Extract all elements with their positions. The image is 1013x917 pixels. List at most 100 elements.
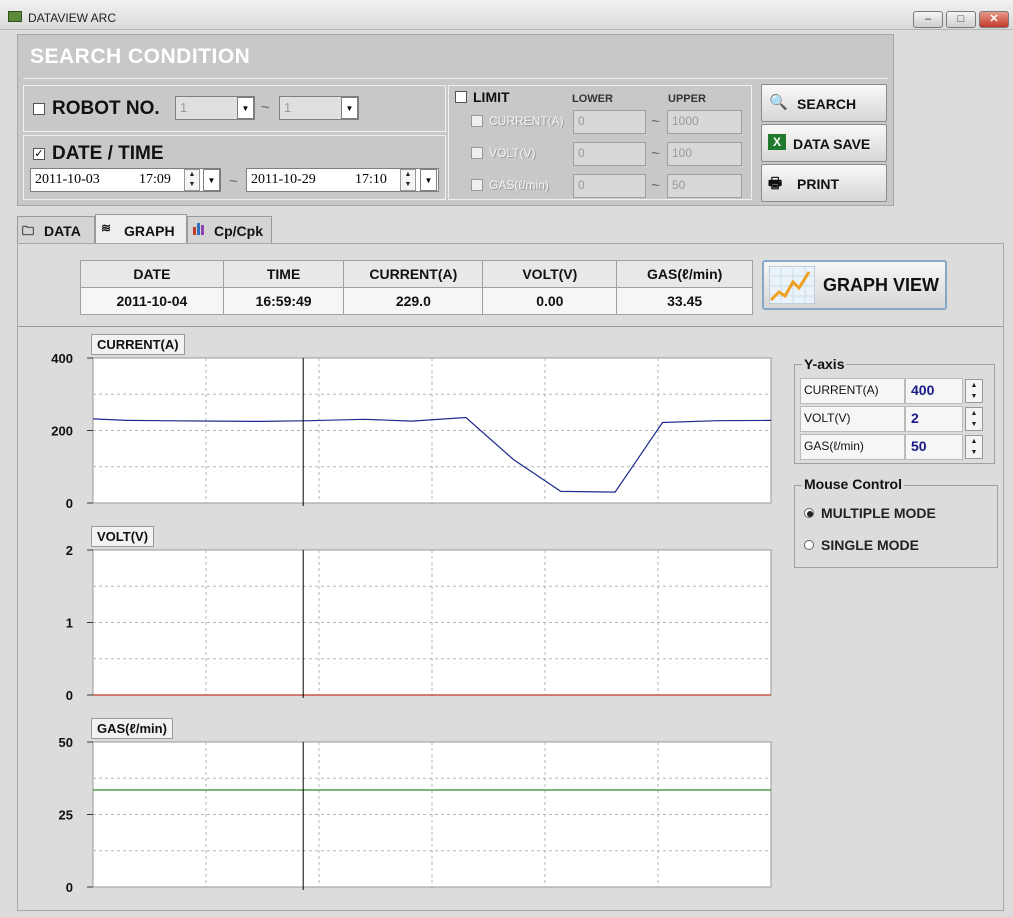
y-axis-gas-label: GAS(ℓ/min) [800,434,905,460]
date-time-checkbox[interactable]: ✓ [33,148,45,160]
info-value: 16:59:49 [222,287,345,315]
limit-volt-lower-value: 0 [578,146,585,160]
app-icon [8,11,22,22]
limit-gas-lower-value: 0 [578,178,585,192]
info-header: TIME [222,260,345,288]
maximize-button[interactable]: □ [946,11,976,28]
info-value: 229.0 [343,287,484,315]
multiple-mode-radio[interactable] [804,508,814,518]
gas-chart[interactable]: 50 25 0 [40,734,780,896]
info-value: 0.00 [482,287,618,315]
y-tick-label: 25 [59,808,73,823]
info-header: DATE [80,260,224,288]
y-tick-label: 0 [66,496,73,511]
chevron-down-icon[interactable]: ▼ [203,169,220,191]
tab-data[interactable]: 🗀 DATA [17,216,95,243]
tab-data-label: DATA [44,223,81,239]
search-condition-title: SEARCH CONDITION [30,45,251,68]
y-axis-current-label: CURRENT(A) [800,378,905,404]
limit-volt-label: VOLT(V) [489,146,536,160]
y-tick-label: 0 [66,688,73,703]
limit-volt-checkbox[interactable] [471,147,483,159]
window-title: DATAVIEW ARC [28,11,117,25]
limit-current-lower-value: 0 [578,114,585,128]
search-button[interactable]: 🔍 SEARCH [761,84,887,122]
excel-icon: X [768,134,786,150]
info-value: 2011-10-04 [80,287,224,315]
info-value: 33.45 [616,287,753,315]
search-button-label: SEARCH [797,96,857,112]
single-mode-label[interactable]: SINGLE MODE [821,537,919,553]
y-tick-label: 200 [51,424,73,439]
chevron-down-icon[interactable]: ▼ [341,97,358,119]
robot-no-label: ROBOT NO. [52,98,160,119]
limit-current-checkbox[interactable] [471,115,483,127]
divider [23,78,888,79]
minimize-button[interactable]: – [913,11,943,28]
chevron-down-icon[interactable]: ▼ [237,97,254,119]
tilde-separator: ~ [651,113,660,130]
folder-icon: 🗀 [22,224,35,238]
y-axis-current-value[interactable]: 400 [905,378,963,404]
close-button[interactable]: ✕ [979,11,1009,28]
upper-header: UPPER [668,93,706,105]
date-to-value: 2011-10-29 [251,172,316,187]
info-header: GAS(ℓ/min) [616,260,753,288]
limit-gas-upper-input[interactable]: 50 [667,174,742,198]
y-axis-volt-spinner[interactable]: ▲ ▼ [965,407,983,431]
date-time-label: DATE / TIME [52,143,164,164]
limit-volt-upper-input[interactable]: 100 [667,142,742,166]
y-axis-group-title: Y-axis [802,356,847,372]
y-tick-label: 2 [66,543,73,558]
limit-gas-upper-value: 50 [672,178,686,192]
tilde-separator: ~ [651,145,660,162]
y-tick-label: 1 [66,616,73,631]
time-from-value: 17:09 [139,172,171,187]
single-mode-radio[interactable] [804,540,814,550]
line-chart-icon [768,265,816,305]
tab-graph[interactable]: ≋ GRAPH [95,214,187,244]
limit-checkbox[interactable] [455,91,467,103]
title-bar [0,0,1013,30]
limit-current-upper-value: 1000 [672,114,699,128]
tab-cpcpk-label: Cp/Cpk [214,223,263,239]
time-to-value: 17:10 [355,172,387,187]
tilde-separator: ~ [229,173,238,190]
chevron-down-icon[interactable]: ▼ [420,169,437,191]
info-header: CURRENT(A) [343,260,484,288]
y-axis-gas-value[interactable]: 50 [905,434,963,460]
graph-view-button-label: GRAPH VIEW [823,275,940,295]
limit-gas-checkbox[interactable] [471,179,483,191]
limit-gas-lower-input[interactable]: 0 [573,174,646,198]
printer-icon: 🖶 [768,175,783,192]
limit-current-upper-input[interactable]: 1000 [667,110,742,134]
volt-chart[interactable]: 2 1 0 [40,542,780,704]
multiple-mode-label[interactable]: MULTIPLE MODE [821,505,936,521]
graph-icon: ≋ [101,221,112,235]
lower-header: LOWER [572,93,613,105]
robot-no-to-value: 1 [284,100,292,115]
divider [18,326,1003,327]
print-button-label: PRINT [797,176,839,192]
tab-cpcpk[interactable]: Cp/Cpk [187,216,272,243]
limit-label: LIMIT [473,89,510,105]
data-save-button[interactable]: X DATA SAVE [761,124,887,162]
date-from-spinner[interactable]: ▲ ▼ [184,169,200,191]
print-button[interactable]: 🖶 PRINT [761,164,887,202]
info-header: VOLT(V) [482,260,618,288]
limit-current-label: CURRENT(A) [489,114,564,128]
y-axis-gas-spinner[interactable]: ▲ ▼ [965,435,983,459]
limit-gas-label: GAS(ℓ/min) [489,178,549,192]
limit-volt-upper-value: 100 [672,146,693,160]
y-axis-current-spinner[interactable]: ▲ ▼ [965,379,983,403]
robot-no-checkbox[interactable] [33,103,45,115]
data-save-button-label: DATA SAVE [793,136,871,152]
date-to-spinner[interactable]: ▲ ▼ [400,169,416,191]
mouse-control-title: Mouse Control [802,476,904,492]
y-axis-volt-value[interactable]: 2 [905,406,963,432]
limit-volt-lower-input[interactable]: 0 [573,142,646,166]
y-tick-label: 50 [59,735,73,750]
info-table: DATE TIME CURRENT(A) VOLT(V) GAS(ℓ/min) … [80,260,753,315]
limit-current-lower-input[interactable]: 0 [573,110,646,134]
current-chart[interactable]: 400 200 0 [40,350,780,512]
